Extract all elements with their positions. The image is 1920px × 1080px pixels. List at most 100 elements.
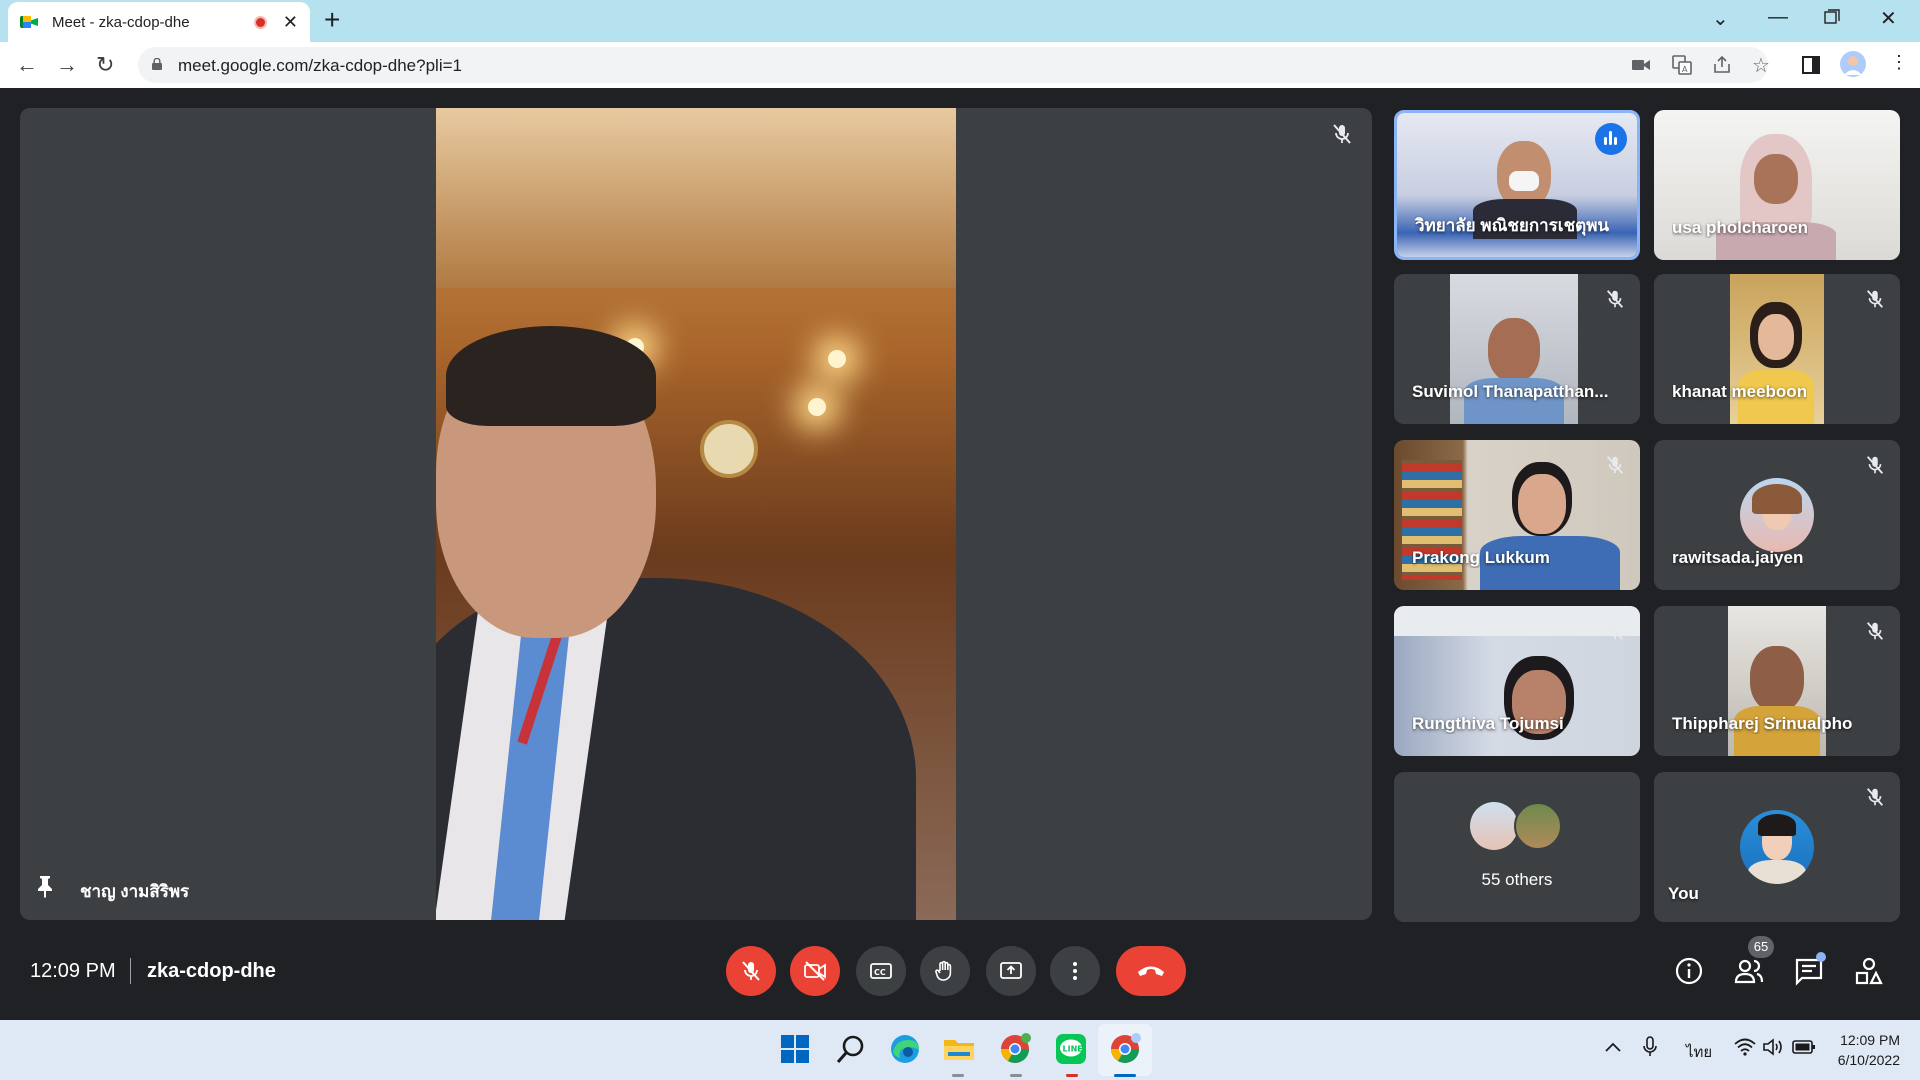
- system-time: 12:09 PM: [1840, 1032, 1900, 1048]
- others-tile[interactable]: 55 others: [1394, 772, 1640, 922]
- toggle-camera-button[interactable]: [790, 946, 840, 996]
- meeting-clock: 12:09 PM: [30, 960, 116, 982]
- edge-browser-icon[interactable]: [888, 1032, 922, 1066]
- microphone-in-use-icon[interactable]: [1642, 1036, 1658, 1062]
- captions-button[interactable]: CC: [856, 946, 906, 996]
- chat-notification-dot: [1816, 952, 1826, 962]
- forward-button[interactable]: →: [56, 52, 78, 78]
- leave-call-button[interactable]: [1116, 946, 1186, 996]
- meeting-details-icon[interactable]: [1674, 956, 1704, 986]
- participant-tile[interactable]: Prakong Lukkum: [1394, 440, 1640, 590]
- browser-toolbar: ← → ↻ meet.google.com/zka-cdop-dhe?pli=1…: [0, 42, 1920, 88]
- chrome-browser-icon[interactable]: [1108, 1032, 1142, 1066]
- toggle-microphone-button[interactable]: [726, 946, 776, 996]
- participant-muted-mic-icon: [1866, 290, 1884, 308]
- participant-name: khanat meeboon: [1672, 382, 1808, 401]
- close-tab-icon[interactable]: ✕: [283, 12, 298, 33]
- pin-icon[interactable]: [36, 874, 54, 898]
- recording-indicator-icon: [253, 15, 267, 29]
- microphone-off-icon: [742, 961, 760, 981]
- people-icon[interactable]: [1734, 956, 1764, 986]
- reload-button[interactable]: ↻: [96, 52, 114, 78]
- participant-muted-mic-icon: [1606, 290, 1624, 308]
- minimize-window-button[interactable]: —: [1768, 6, 1788, 29]
- show-hidden-icons-chevron-icon[interactable]: [1604, 1040, 1622, 1057]
- participants-count-badge: 65: [1748, 936, 1774, 958]
- tab-search-chevron-icon[interactable]: ⌄: [1712, 6, 1729, 31]
- file-explorer-icon[interactable]: [942, 1032, 976, 1066]
- back-button[interactable]: ←: [16, 52, 38, 78]
- raise-hand-button[interactable]: [920, 946, 970, 996]
- browser-tab[interactable]: Meet - zka-cdop-dhe ✕: [8, 2, 310, 42]
- participant-muted-mic-icon: [1866, 456, 1884, 474]
- wifi-icon[interactable]: [1734, 1038, 1756, 1060]
- maximize-window-button[interactable]: [1824, 8, 1840, 31]
- speaking-indicator-icon: [1595, 123, 1627, 155]
- participant-name: usa pholcharoen: [1672, 218, 1809, 237]
- self-tile[interactable]: You: [1654, 772, 1900, 922]
- participant-tile[interactable]: Thippharej Srinualpho: [1654, 606, 1900, 756]
- participant-tile[interactable]: วิทยาลัย พณิชยการเชตุพน: [1394, 110, 1640, 260]
- search-icon[interactable]: [834, 1032, 868, 1066]
- app-running-indicator: [1066, 1074, 1078, 1077]
- system-clock[interactable]: 12:09 PM 6/10/2022: [1838, 1030, 1900, 1070]
- meeting-stage: ชาญ งามสิริพร วิทยาลัย พณิชยการเชตุพน us…: [0, 88, 1920, 1020]
- windows-start-icon[interactable]: [778, 1032, 812, 1066]
- meeting-code: zka-cdop-dhe: [147, 960, 276, 982]
- main-speaker-tile[interactable]: ชาญ งามสิริพร: [20, 108, 1372, 920]
- more-options-button[interactable]: [1050, 946, 1100, 996]
- participant-tile[interactable]: usa pholcharoen: [1654, 110, 1900, 260]
- wall-clock-image: [700, 420, 758, 478]
- speaker-muted-mic-icon: [1333, 124, 1351, 144]
- activities-icon[interactable]: [1854, 956, 1884, 986]
- participant-muted-mic-icon: [1606, 622, 1624, 640]
- profile-avatar[interactable]: [1840, 51, 1866, 82]
- participant-tile[interactable]: khanat meeboon: [1654, 274, 1900, 424]
- camera-in-use-icon[interactable]: [1632, 56, 1650, 77]
- participant-tile[interactable]: Suvimol Thanapatthan...: [1394, 274, 1640, 424]
- chrome-menu-icon[interactable]: ⋮: [1890, 52, 1908, 73]
- app-running-indicator: [952, 1074, 964, 1077]
- line-app-icon[interactable]: LINE: [1054, 1032, 1088, 1066]
- google-meet-favicon-icon: [20, 14, 38, 30]
- close-window-button[interactable]: ✕: [1880, 6, 1897, 31]
- browser-tab-strip: Meet - zka-cdop-dhe ✕ + ⌄ — ✕: [0, 0, 1920, 42]
- battery-icon[interactable]: [1792, 1038, 1816, 1060]
- address-bar[interactable]: meet.google.com/zka-cdop-dhe?pli=1 A ☆: [138, 47, 1770, 83]
- avatar: [1514, 802, 1562, 850]
- participant-name: Suvimol Thanapatthan...: [1412, 382, 1609, 401]
- avatar: [1740, 810, 1814, 884]
- side-panel-icon[interactable]: [1802, 56, 1820, 79]
- hang-up-icon: [1138, 966, 1164, 976]
- app-running-indicator: [1010, 1074, 1022, 1077]
- svg-text:A: A: [1682, 65, 1688, 74]
- share-icon[interactable]: [1712, 55, 1732, 80]
- svg-text:CC: CC: [874, 968, 886, 977]
- avatar: [1470, 802, 1518, 850]
- speaker-name: ชาญ งามสิริพร: [80, 882, 190, 901]
- new-tab-button[interactable]: +: [324, 6, 340, 34]
- input-language-indicator[interactable]: ไทย: [1686, 1040, 1712, 1064]
- divider: [130, 958, 131, 984]
- lock-icon: [152, 58, 162, 70]
- others-count-label: 55 others: [1481, 870, 1553, 889]
- participant-name: วิทยาลัย พณิชยการเชตุพน: [1415, 216, 1610, 235]
- present-screen-icon: [1000, 962, 1022, 979]
- participant-name: Thippharej Srinualpho: [1672, 714, 1853, 733]
- raise-hand-icon: [935, 960, 952, 981]
- participant-tile[interactable]: Rungthiva Tojumsi: [1394, 606, 1640, 756]
- app-running-indicator: [1114, 1074, 1136, 1077]
- chrome-profile-icon[interactable]: [998, 1032, 1032, 1066]
- system-date: 6/10/2022: [1837, 1052, 1900, 1068]
- tab-title: Meet - zka-cdop-dhe: [52, 13, 190, 31]
- present-screen-button[interactable]: [986, 946, 1036, 996]
- self-name: You: [1668, 884, 1699, 903]
- bookmark-star-icon[interactable]: ☆: [1752, 53, 1770, 78]
- participant-name: Prakong Lukkum: [1412, 548, 1550, 567]
- translate-icon[interactable]: A: [1672, 55, 1692, 80]
- volume-icon[interactable]: [1762, 1038, 1784, 1060]
- camera-off-icon: [804, 961, 826, 981]
- participant-name: Rungthiva Tojumsi: [1412, 714, 1564, 733]
- participant-tile[interactable]: rawitsada.jaiyen: [1654, 440, 1900, 590]
- participant-muted-mic-icon: [1606, 456, 1624, 474]
